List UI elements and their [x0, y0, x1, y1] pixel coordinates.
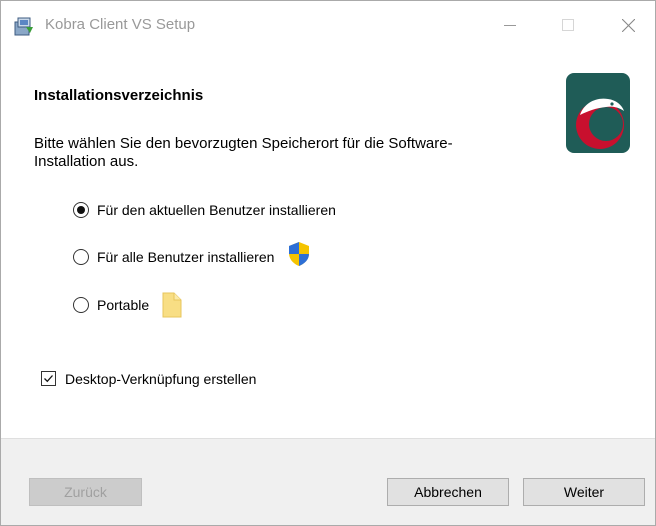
next-button[interactable]: Weiter — [523, 478, 645, 506]
close-icon — [621, 18, 635, 32]
cancel-button[interactable]: Abbrechen — [387, 478, 509, 506]
page-heading: Installationsverzeichnis — [34, 87, 204, 104]
maximize-icon — [562, 19, 574, 31]
folder-icon — [162, 292, 182, 318]
maximize-button[interactable] — [545, 1, 591, 49]
description-text: Bitte wählen Sie den bevorzugten Speiche… — [34, 135, 453, 170]
desktop-shortcut-checkbox[interactable] — [41, 371, 56, 386]
back-button[interactable]: Zurück — [29, 478, 142, 506]
radio-all-users[interactable] — [73, 249, 89, 265]
minimize-icon — [504, 25, 516, 26]
window-title: Kobra Client VS Setup — [45, 16, 196, 33]
radio-current-user-label[interactable]: Für den aktuellen Benutzer installieren — [97, 202, 336, 218]
minimize-button[interactable] — [487, 1, 533, 49]
uac-shield-icon — [289, 242, 309, 266]
setup-window: Kobra Client VS Setup Installationsverze… — [0, 0, 656, 526]
desktop-shortcut-label[interactable]: Desktop-Verknüpfung erstellen — [65, 371, 256, 387]
title-bar[interactable]: Kobra Client VS Setup — [1, 1, 655, 49]
radio-all-users-label[interactable]: Für alle Benutzer installieren — [97, 249, 274, 265]
close-button[interactable] — [605, 1, 651, 49]
checkmark-icon — [44, 375, 53, 383]
kobra-logo — [566, 73, 630, 153]
radio-portable[interactable] — [73, 297, 89, 313]
radio-portable-label[interactable]: Portable — [97, 297, 149, 313]
installer-app-icon — [14, 17, 33, 36]
radio-current-user[interactable] — [73, 202, 89, 218]
